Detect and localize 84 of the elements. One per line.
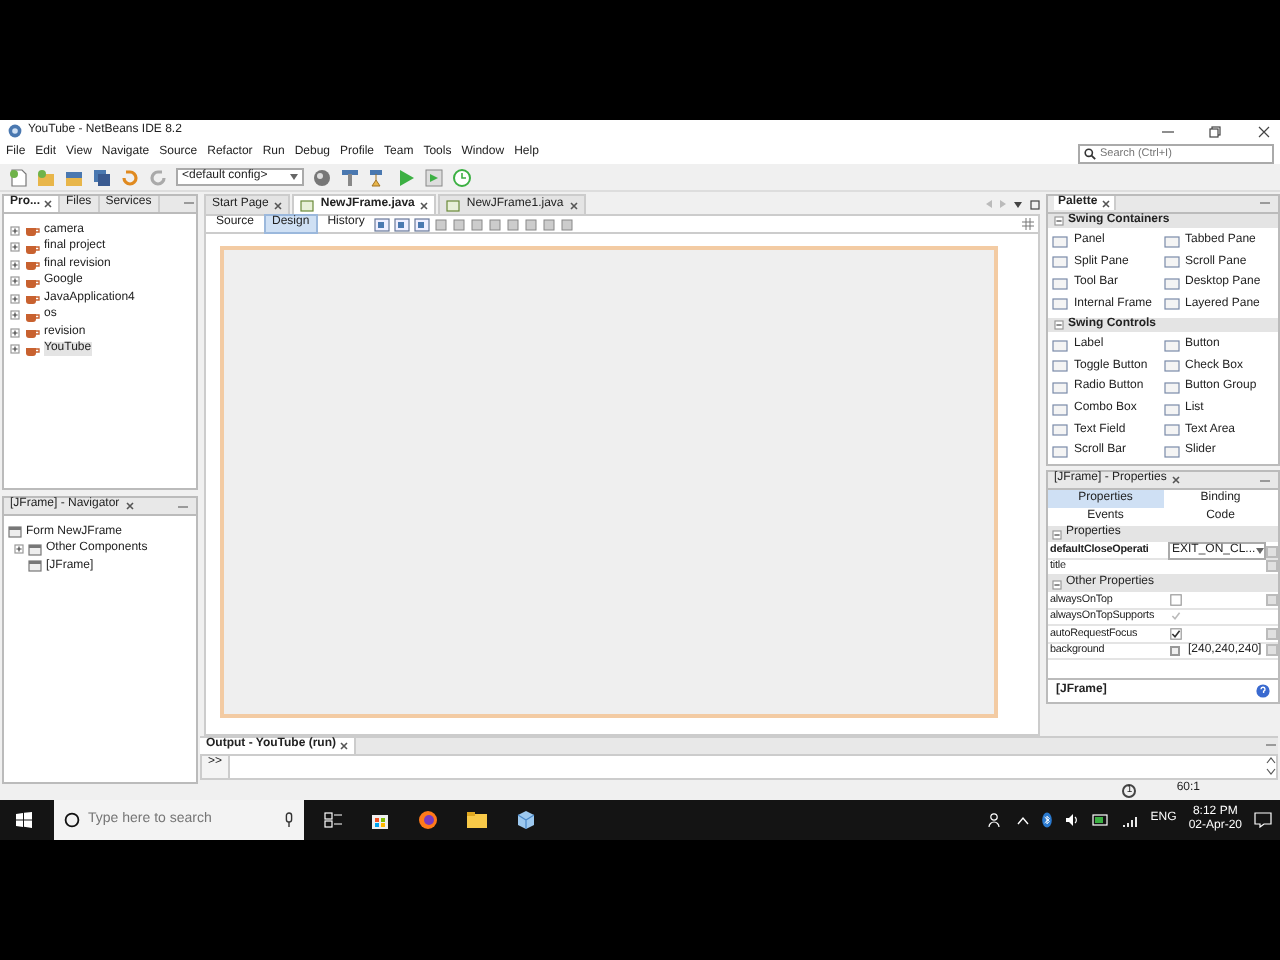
- coffee-cup-icon: [24, 224, 40, 237]
- search-icon: [1084, 147, 1096, 159]
- notification-icon[interactable]: [1254, 812, 1272, 828]
- coffee-cup-icon: [24, 241, 40, 254]
- close-icon[interactable]: [44, 200, 53, 208]
- center-horizontal-icon[interactable]: [470, 217, 485, 231]
- cube-icon[interactable]: [516, 810, 536, 830]
- align-left-icon[interactable]: [434, 217, 449, 231]
- hammer-icon[interactable]: [340, 167, 360, 187]
- connection-mode-icon[interactable]: [394, 217, 411, 231]
- expand-icon[interactable]: [10, 293, 20, 304]
- collapse-icon: [1052, 529, 1062, 539]
- expand-icon[interactable]: [10, 225, 20, 236]
- close-icon[interactable]: [1172, 476, 1181, 484]
- caret-icon: [1256, 548, 1264, 555]
- search-icon: [64, 812, 80, 828]
- maximize-icon[interactable]: [1030, 199, 1040, 209]
- coffee-cup-icon: [24, 326, 40, 339]
- speaker-icon[interactable]: [1064, 812, 1081, 828]
- component-icon: [28, 560, 42, 573]
- task-view-icon[interactable]: [324, 812, 342, 828]
- restore-icon[interactable]: [1208, 125, 1224, 137]
- expand-icon[interactable]: [10, 310, 20, 321]
- scroll-arrows-icon[interactable]: [1266, 756, 1276, 776]
- close-icon[interactable]: [420, 201, 429, 209]
- globe-icon[interactable]: [312, 167, 332, 187]
- minimize-icon[interactable]: [182, 196, 196, 210]
- people-icon[interactable]: [988, 812, 1005, 828]
- store-bag-icon[interactable]: [370, 810, 390, 830]
- close-icon[interactable]: [339, 742, 348, 750]
- dropdown-icon[interactable]: [1014, 201, 1022, 207]
- clock-icon[interactable]: [452, 167, 472, 187]
- preview-icon[interactable]: [414, 217, 431, 231]
- expand-icon[interactable]: [10, 259, 20, 270]
- resize-horizontal-icon[interactable]: [542, 217, 557, 231]
- close-icon[interactable]: [569, 201, 578, 209]
- grid-icon[interactable]: [1022, 218, 1034, 230]
- collapse-icon: [1054, 216, 1064, 227]
- microphone-icon[interactable]: [284, 812, 294, 828]
- center-vertical-icon[interactable]: [524, 217, 539, 231]
- coffee-cup-icon: [24, 292, 40, 305]
- form-file-icon: [300, 199, 315, 211]
- signal-icon[interactable]: [1122, 813, 1139, 827]
- form-icon: [8, 526, 22, 539]
- component-icon: [28, 543, 42, 556]
- coffee-cup-icon: [24, 275, 40, 288]
- minimize-icon[interactable]: [1160, 125, 1176, 137]
- coffee-cup-icon: [24, 343, 40, 356]
- resize-vertical-icon[interactable]: [560, 217, 575, 231]
- coffee-cup-icon: [24, 258, 40, 271]
- collapse-icon: [1054, 320, 1064, 331]
- folder-icon[interactable]: [64, 167, 84, 187]
- file-folder-icon[interactable]: [466, 810, 488, 830]
- help-icon[interactable]: [1256, 684, 1270, 698]
- align-right-icon[interactable]: [452, 217, 467, 231]
- close-icon[interactable]: [274, 201, 283, 209]
- minimize-icon[interactable]: [1264, 738, 1278, 752]
- checkbox[interactable]: [1170, 627, 1182, 640]
- expand-icon[interactable]: [14, 544, 24, 555]
- debug-icon[interactable]: [424, 167, 444, 187]
- caret-icon: [290, 174, 298, 180]
- close-icon[interactable]: [125, 502, 134, 510]
- windows-start-icon[interactable]: [16, 812, 32, 828]
- bluetooth-icon[interactable]: [1042, 812, 1053, 828]
- collapse-icon: [1052, 579, 1062, 589]
- undo-icon[interactable]: [120, 167, 140, 187]
- close-icon[interactable]: [1101, 199, 1110, 208]
- align-top-icon[interactable]: [488, 217, 503, 231]
- close-icon[interactable]: [1256, 125, 1272, 137]
- expand-icon[interactable]: [10, 242, 20, 253]
- battery-icon[interactable]: [1092, 814, 1111, 826]
- expand-icon[interactable]: [10, 276, 20, 287]
- expand-icon[interactable]: [10, 327, 20, 338]
- form-file-icon: [446, 199, 461, 211]
- checkbox[interactable]: [1170, 593, 1182, 606]
- color-swatch[interactable]: [1170, 645, 1180, 656]
- expand-icon[interactable]: [10, 344, 20, 355]
- chevron-up-icon[interactable]: [1016, 815, 1031, 825]
- save-icon[interactable]: [92, 167, 112, 187]
- app-logo-icon: [8, 124, 22, 138]
- coffee-cup-icon: [24, 309, 40, 322]
- selection-mode-icon[interactable]: [374, 217, 391, 231]
- new-file-icon[interactable]: [8, 167, 28, 187]
- align-bottom-icon[interactable]: [506, 217, 521, 231]
